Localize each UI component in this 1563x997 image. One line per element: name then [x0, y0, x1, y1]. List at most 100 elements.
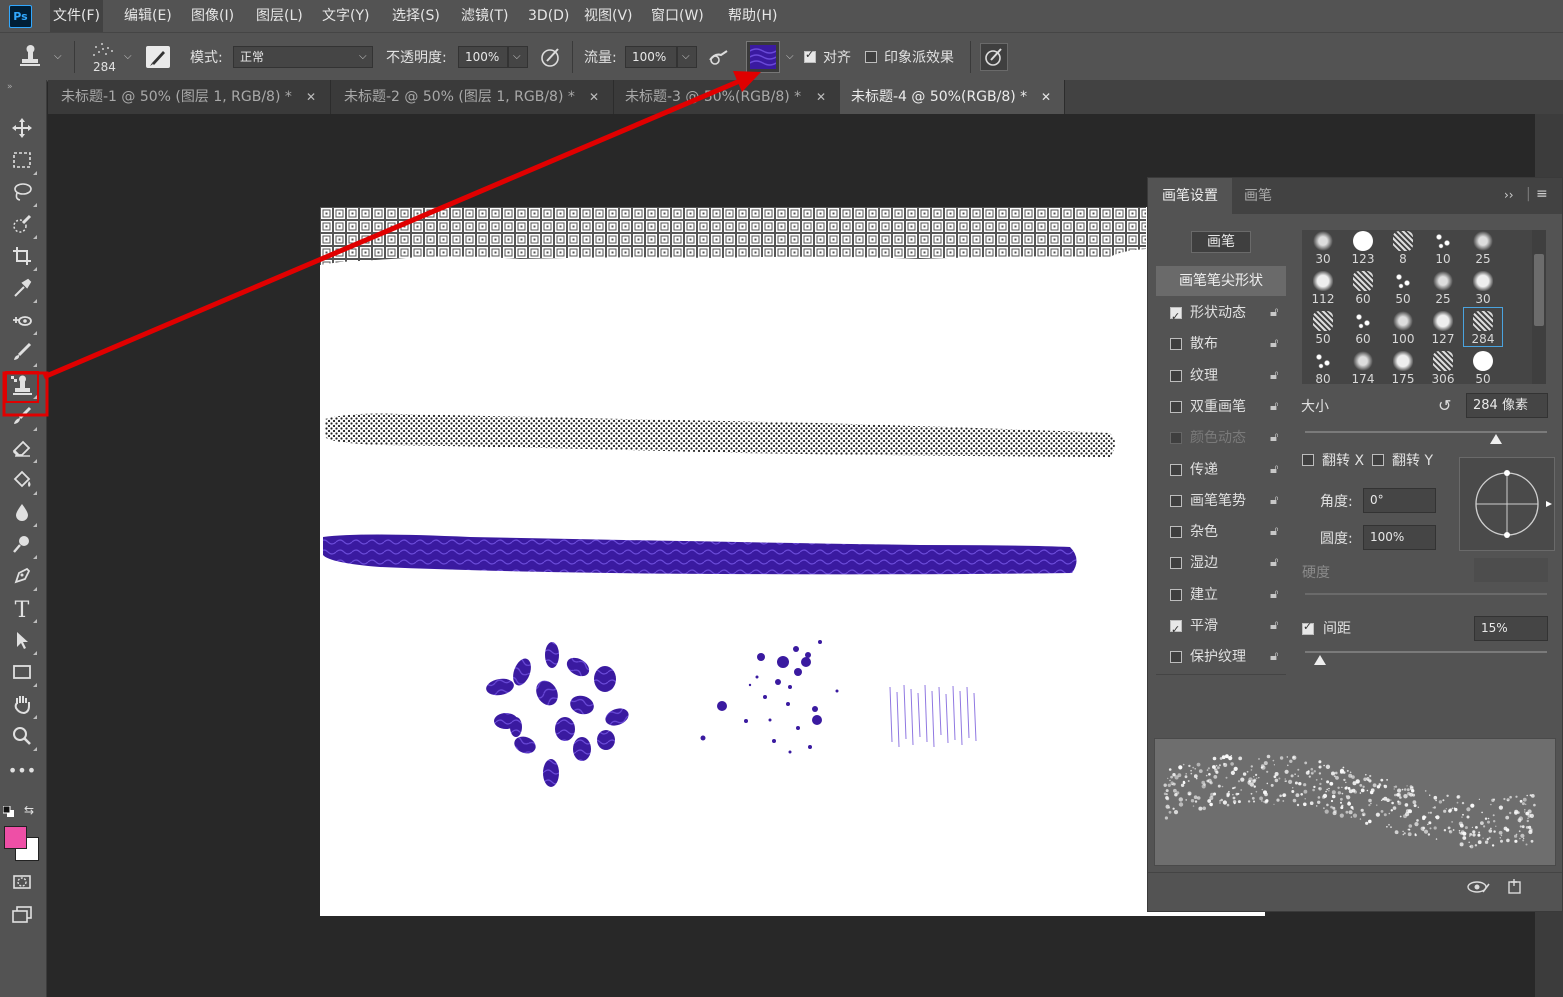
brush-preset[interactable]: 100 [1384, 308, 1422, 346]
airbrush-icon[interactable] [705, 45, 733, 69]
roundness-input[interactable]: 100% [1363, 525, 1436, 550]
lock-icon[interactable]: 🔓︎ [1270, 300, 1278, 326]
lock-icon[interactable]: 🔓︎ [1270, 394, 1278, 420]
brush-preset[interactable]: 80 [1304, 348, 1342, 384]
brush-setting-item[interactable]: 保护纹理 🔓︎ [1156, 644, 1286, 670]
flow-input[interactable]: 100% [625, 46, 677, 68]
opacity-input[interactable]: 100% [458, 46, 508, 68]
brush-preset-grid[interactable]: 30 123 8 10 25 112 60 50 25 30 50 60 100 127 284 80 174 1… [1302, 230, 1542, 384]
size-input[interactable]: 284 像素 [1466, 393, 1548, 418]
angle-input[interactable]: 0° [1363, 488, 1436, 513]
lock-icon[interactable]: 🔓︎ [1270, 613, 1278, 639]
pattern-stamp-tool-preset-icon[interactable] [16, 43, 44, 69]
brush-setting-item[interactable]: 纹理 🔓︎ [1156, 363, 1286, 389]
lock-icon[interactable]: 🔓︎ [1270, 363, 1278, 389]
mode-select[interactable]: 正常 [233, 46, 373, 68]
menu-layer[interactable]: 图层(L) [256, 0, 303, 32]
brush-preset[interactable]: 174 [1344, 348, 1382, 384]
lock-icon[interactable]: 🔓︎ [1270, 644, 1278, 670]
preset-dropdown-chevron-icon[interactable]: ⌵ [54, 51, 62, 62]
brush-preset[interactable]: 25 [1424, 268, 1462, 306]
brush-preset[interactable]: 8 [1384, 230, 1422, 266]
crop-tool-icon[interactable] [7, 245, 37, 273]
hand-tool-icon[interactable] [7, 693, 37, 721]
lock-icon[interactable]: 🔓︎ [1270, 457, 1278, 483]
brush-preset[interactable]: 284 [1463, 307, 1503, 347]
menu-view[interactable]: 视图(V) [584, 0, 633, 32]
menu-filter[interactable]: 滤镜(T) [461, 0, 508, 32]
spacing-slider-thumb[interactable] [1314, 655, 1326, 665]
brush-setting-checkbox[interactable] [1170, 304, 1182, 330]
brush-setting-item[interactable]: 颜色动态 🔓︎ [1156, 425, 1286, 451]
size-slider[interactable] [1305, 431, 1547, 433]
brush-setting-checkbox[interactable] [1170, 651, 1182, 664]
eyedropper-tool-icon[interactable] [7, 277, 37, 305]
quick-mask-icon[interactable] [7, 871, 37, 899]
tab-document-1[interactable]: 未标题-1 @ 50% (图层 1, RGB/8) * ✕ [48, 80, 331, 114]
brush-setting-item[interactable]: 平滑 🔓︎ [1156, 613, 1286, 643]
brush-setting-item[interactable]: 形状动态 🔓︎ [1156, 300, 1286, 330]
brush-setting-checkbox[interactable] [1170, 338, 1182, 351]
lasso-tool-icon[interactable] [7, 181, 37, 209]
blur-tool-icon[interactable] [7, 501, 37, 529]
swap-colors-icon[interactable]: ⇆ [24, 803, 38, 817]
menu-type[interactable]: 文字(Y) [322, 0, 369, 32]
spacing-checkbox[interactable] [1302, 620, 1314, 635]
size-slider-thumb[interactable] [1490, 434, 1502, 444]
menu-help[interactable]: 帮助(H) [728, 0, 777, 32]
brush-preset[interactable]: 50 [1304, 308, 1342, 346]
brush-setting-checkbox[interactable] [1170, 494, 1182, 507]
brush-setting-checkbox[interactable] [1170, 369, 1182, 382]
brush-tip-shape-item[interactable]: 画笔笔尖形状 [1156, 266, 1286, 296]
path-select-tool-icon[interactable] [7, 629, 37, 657]
paint-bucket-tool-icon[interactable] [7, 469, 37, 497]
lock-icon[interactable]: 🔓︎ [1270, 331, 1278, 357]
dodge-tool-icon[interactable] [7, 533, 37, 561]
flip-y-checkbox[interactable] [1372, 454, 1384, 466]
pattern-stamp-tool-icon[interactable] [5, 371, 39, 403]
brush-preset[interactable]: 10 [1424, 230, 1462, 266]
reset-size-icon[interactable]: ↺ [1438, 396, 1460, 415]
document-canvas[interactable] [320, 207, 1265, 916]
tab-document-3[interactable]: 未标题-3 @ 50%(RGB/8) * ✕ [614, 80, 841, 114]
brush-setting-item[interactable]: 建立 🔓︎ [1156, 582, 1286, 608]
brush-preset[interactable]: 175 [1384, 348, 1422, 384]
brush-picker-chevron-icon[interactable]: ⌵ [124, 51, 132, 62]
impressionist-checkbox[interactable] [865, 51, 877, 63]
brush-preset[interactable]: 123 [1344, 230, 1382, 266]
history-brush-tool-icon[interactable] [7, 405, 37, 433]
close-tab-icon[interactable]: ✕ [816, 80, 826, 114]
pressure-opacity-icon[interactable] [538, 45, 564, 69]
more-tools-icon[interactable]: ••• [7, 757, 37, 785]
pattern-chevron-icon[interactable]: ⌵ [786, 51, 794, 62]
lock-icon[interactable]: 🔓︎ [1270, 519, 1278, 545]
menu-file[interactable]: 文件(F) [50, 0, 103, 32]
brush-preset[interactable]: 50 [1464, 348, 1502, 384]
brush-setting-checkbox[interactable] [1170, 463, 1182, 476]
pattern-picker[interactable] [746, 41, 780, 73]
menu-window[interactable]: 窗口(W) [651, 0, 704, 32]
eraser-tool-icon[interactable] [7, 437, 37, 465]
brush-setting-checkbox[interactable] [1170, 526, 1182, 539]
brush-setting-item[interactable]: 杂色 🔓︎ [1156, 519, 1286, 545]
toggle-live-tip-icon[interactable] [1466, 878, 1492, 898]
foreground-color-swatch[interactable] [4, 826, 27, 849]
lock-icon[interactable]: 🔓︎ [1270, 582, 1278, 608]
menu-image[interactable]: 图像(I) [191, 0, 234, 32]
brush-setting-item[interactable]: 双重画笔 🔓︎ [1156, 394, 1286, 420]
menu-3d[interactable]: 3D(D) [528, 0, 569, 32]
pressure-size-icon[interactable] [980, 43, 1008, 71]
tab-brushes[interactable]: 画笔 [1244, 178, 1272, 214]
spacing-input[interactable]: 15% [1474, 616, 1548, 641]
type-tool-icon[interactable]: T [7, 597, 37, 625]
brush-preset[interactable]: 25 [1464, 230, 1502, 266]
brush-setting-checkbox[interactable] [1170, 617, 1182, 643]
pen-tool-icon[interactable] [7, 565, 37, 593]
collapse-panel-icon[interactable]: ›› [1504, 188, 1514, 202]
rectangle-tool-icon[interactable] [7, 661, 37, 689]
brush-setting-item[interactable]: 画笔笔势 🔓︎ [1156, 488, 1286, 514]
menu-select[interactable]: 选择(S) [392, 0, 440, 32]
brush-setting-item[interactable]: 传递 🔓︎ [1156, 457, 1286, 483]
move-tool-icon[interactable] [7, 117, 37, 145]
close-tab-icon[interactable]: ✕ [589, 80, 599, 114]
